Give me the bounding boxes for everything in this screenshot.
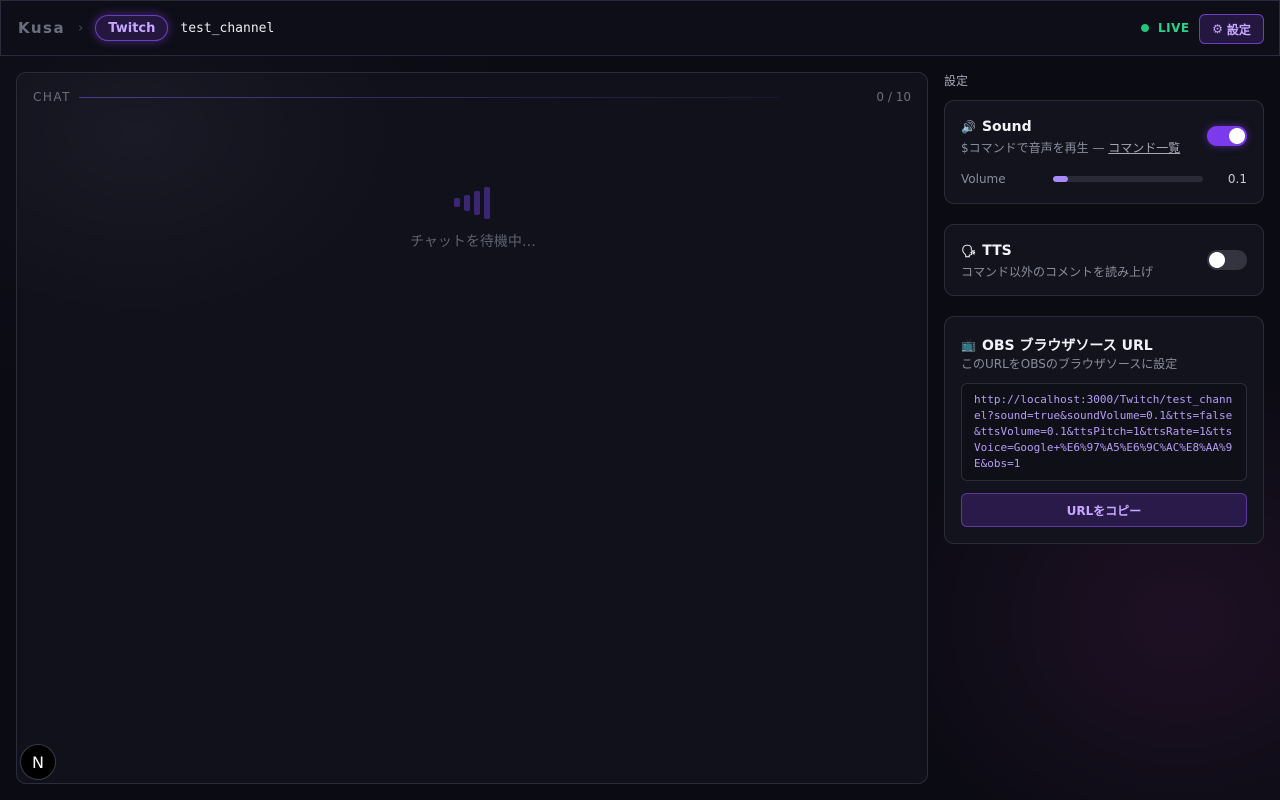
settings-heading: 設定 bbox=[944, 74, 969, 88]
settings-button[interactable]: ⚙ 設定 bbox=[1199, 14, 1264, 44]
live-indicator: LIVE bbox=[1141, 21, 1190, 35]
copy-url-button[interactable]: URLをコピー bbox=[961, 493, 1247, 527]
chat-title: CHAT bbox=[33, 90, 72, 104]
chat-message-count: 0 / 10 bbox=[876, 90, 911, 104]
obs-title-text: OBS ブラウザソース URL bbox=[981, 338, 1153, 354]
television-icon: 📺 bbox=[961, 338, 976, 352]
chat-title-divider bbox=[79, 97, 779, 98]
sound-wave-icon bbox=[454, 185, 494, 219]
app-brand[interactable]: Kusa bbox=[18, 19, 65, 37]
settings-button-label: 設定 bbox=[1226, 22, 1251, 37]
sound-title-text: Sound bbox=[981, 119, 1032, 135]
speaking-head-icon: 🗣 bbox=[961, 244, 977, 258]
volume-slider[interactable] bbox=[1053, 176, 1203, 182]
toggle-knob bbox=[1209, 252, 1225, 268]
sound-card: 🔊 Sound $コマンドで音声を再生 — コマンド一覧 Volume 0.1 bbox=[944, 100, 1264, 204]
sound-title: 🔊 Sound bbox=[961, 119, 1032, 135]
live-label: LIVE bbox=[1158, 21, 1190, 35]
volume-slider-fill bbox=[1053, 176, 1068, 182]
channel-name: test_channel bbox=[180, 20, 275, 36]
toggle-knob bbox=[1229, 128, 1245, 144]
obs-card: 📺 OBS ブラウザソース URL このURLをOBSのブラウザソースに設定 h… bbox=[944, 316, 1264, 544]
volume-value: 0.1 bbox=[1227, 172, 1247, 186]
sound-subtitle: $コマンドで音声を再生 — コマンド一覧 bbox=[961, 139, 1180, 156]
speaker-icon: 🔊 bbox=[961, 120, 976, 134]
chat-panel: CHAT 0 / 10 チャットを待機中… bbox=[16, 72, 928, 784]
volume-label: Volume bbox=[961, 172, 1006, 186]
tts-title: 🗣 TTS bbox=[961, 243, 1012, 259]
obs-url-field[interactable]: http://localhost:3000/Twitch/test_channe… bbox=[961, 383, 1247, 481]
gear-icon: ⚙ bbox=[1212, 22, 1223, 36]
platform-badge[interactable]: Twitch bbox=[95, 15, 169, 41]
chat-waiting-text: チャットを待機中… bbox=[410, 234, 536, 250]
tts-title-text: TTS bbox=[982, 243, 1012, 259]
tts-toggle[interactable] bbox=[1207, 250, 1247, 270]
top-bar: Kusa › Twitch test_channel LIVE ⚙ 設定 bbox=[0, 0, 1280, 56]
obs-title: 📺 OBS ブラウザソース URL bbox=[961, 335, 1153, 355]
tts-card: 🗣 TTS コマンド以外のコメントを読み上げ bbox=[944, 224, 1264, 296]
sound-toggle[interactable] bbox=[1207, 126, 1247, 146]
obs-subtitle: このURLをOBSのブラウザソースに設定 bbox=[961, 357, 1178, 371]
sound-subtitle-text: $コマンドで音声を再生 — bbox=[961, 141, 1109, 155]
command-list-link[interactable]: コマンド一覧 bbox=[1108, 141, 1180, 155]
dev-tools-badge[interactable]: N bbox=[20, 744, 56, 780]
live-dot-icon bbox=[1141, 24, 1149, 32]
tts-subtitle: コマンド以外のコメントを読み上げ bbox=[961, 265, 1154, 279]
breadcrumb-separator: › bbox=[78, 20, 84, 36]
